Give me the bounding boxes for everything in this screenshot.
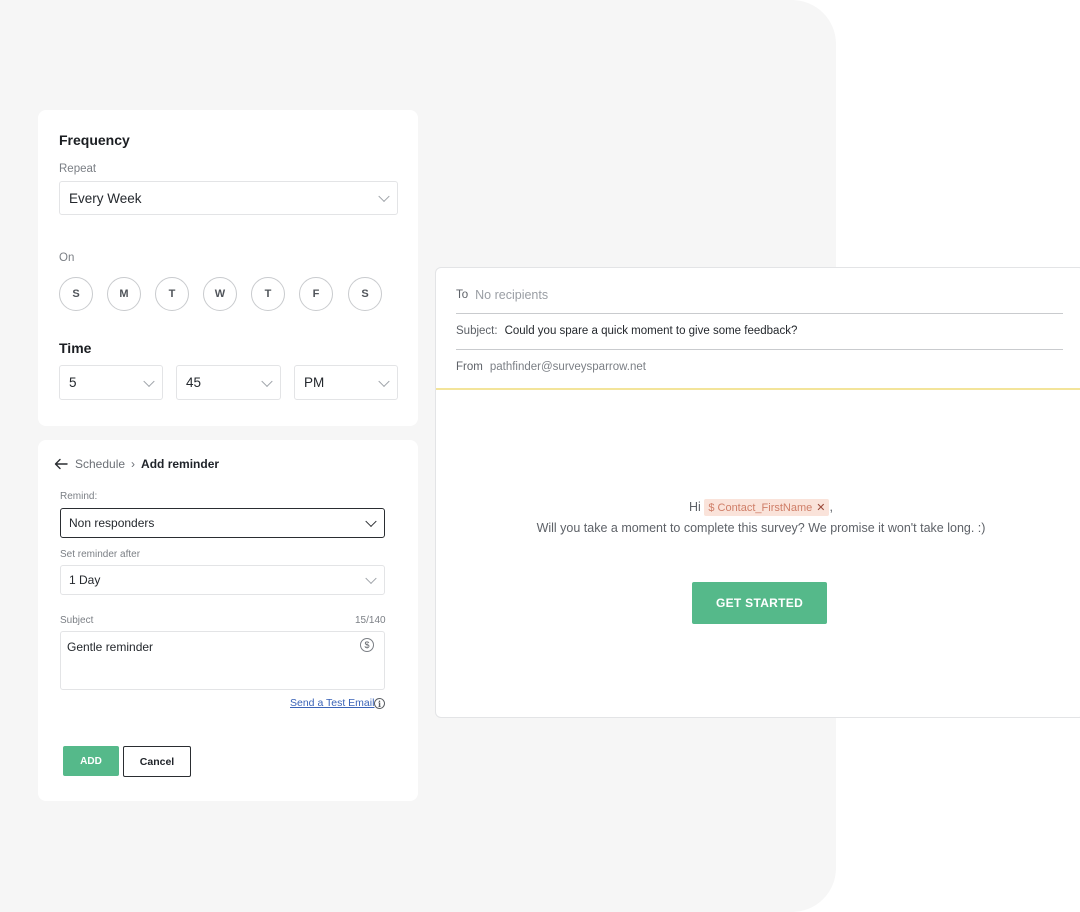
remind-select[interactable]: Non responders: [60, 508, 385, 538]
time-title: Time: [59, 340, 92, 356]
chevron-down-icon: [365, 572, 377, 585]
close-icon[interactable]: ✕: [816, 502, 825, 514]
remind-label: Remind:: [60, 491, 98, 502]
email-subject-label: Subject:: [456, 325, 498, 337]
to-label: To: [456, 289, 469, 301]
after-select-value: 1 Day: [69, 573, 101, 587]
send-test-email-link[interactable]: Send a Test Email: [290, 697, 374, 709]
after-label: Set reminder after: [60, 549, 141, 560]
back-arrow-icon[interactable]: [54, 457, 68, 471]
subject-row: Subject: Could you spare a quick moment …: [456, 325, 1063, 337]
chevron-right-icon: ›: [131, 457, 136, 471]
frequency-card: Frequency Repeat Every Week On S M T W T…: [38, 110, 418, 426]
divider: [456, 313, 1063, 314]
chevron-down-icon: [365, 515, 377, 528]
chevron-down-icon: [261, 375, 273, 387]
email-body-text: Will you take a moment to complete this …: [536, 521, 986, 535]
header-divider: [436, 388, 1080, 390]
email-greeting: Hi $ Contact_FirstName ✕,: [436, 499, 1080, 516]
chevron-down-icon: [378, 375, 390, 387]
reminder-card: Schedule › Add reminder Remind: Non resp…: [38, 440, 418, 801]
chevron-down-icon: [378, 190, 390, 203]
from-value: pathfinder@surveysparrow.net: [489, 361, 646, 373]
to-row: To No recipients: [456, 288, 1063, 302]
from-row: From pathfinder@surveysparrow.net: [456, 361, 1063, 373]
email-preview: To No recipients Subject: Could you spar…: [435, 267, 1080, 718]
day-toggle-tuesday[interactable]: T: [155, 277, 189, 311]
token-label: $ Contact_FirstName: [708, 502, 813, 514]
hour-select-value: 5: [69, 375, 77, 390]
frequency-title: Frequency: [59, 132, 130, 148]
day-toggle-thursday[interactable]: T: [251, 277, 285, 311]
day-toggle-friday[interactable]: F: [299, 277, 333, 311]
breadcrumb: Schedule › Add reminder: [54, 457, 219, 471]
email-subject-value: Could you spare a quick moment to give s…: [504, 325, 798, 337]
day-toggle-saturday[interactable]: S: [348, 277, 382, 311]
subject-textarea[interactable]: Gentle reminder $: [60, 631, 385, 690]
day-toggle-wednesday[interactable]: W: [203, 277, 237, 311]
breadcrumb-current: Add reminder: [141, 457, 220, 471]
to-field[interactable]: No recipients: [475, 288, 548, 302]
from-label: From: [456, 361, 483, 373]
repeat-label: Repeat: [59, 163, 97, 175]
info-icon[interactable]: i: [374, 698, 385, 709]
day-toggle-sunday[interactable]: S: [59, 277, 93, 311]
minute-select[interactable]: 45: [176, 365, 281, 400]
ampm-select-value: PM: [304, 375, 325, 390]
remind-select-value: Non responders: [69, 516, 155, 530]
get-started-button[interactable]: GET STARTED: [692, 582, 827, 624]
after-select[interactable]: 1 Day: [60, 565, 385, 595]
greeting-comma: ,: [829, 500, 833, 514]
chevron-down-icon: [143, 375, 155, 387]
divider: [456, 349, 1063, 350]
subject-char-count: 15/140: [355, 615, 386, 626]
subject-label: Subject: [60, 615, 94, 626]
ampm-select[interactable]: PM: [294, 365, 398, 400]
day-toggle-monday[interactable]: M: [107, 277, 141, 311]
hour-select[interactable]: 5: [59, 365, 163, 400]
contact-firstname-token[interactable]: $ Contact_FirstName ✕: [704, 499, 830, 516]
add-button[interactable]: ADD: [63, 746, 119, 776]
on-label: On: [59, 252, 75, 264]
breadcrumb-schedule[interactable]: Schedule: [75, 457, 125, 471]
repeat-select-value: Every Week: [69, 190, 142, 206]
minute-select-value: 45: [186, 375, 202, 390]
subject-textarea-value: Gentle reminder: [67, 640, 154, 654]
dollar-icon[interactable]: $: [360, 638, 374, 652]
greeting-hi: Hi: [689, 500, 701, 514]
cancel-button[interactable]: Cancel: [123, 746, 191, 777]
repeat-select[interactable]: Every Week: [59, 181, 398, 215]
